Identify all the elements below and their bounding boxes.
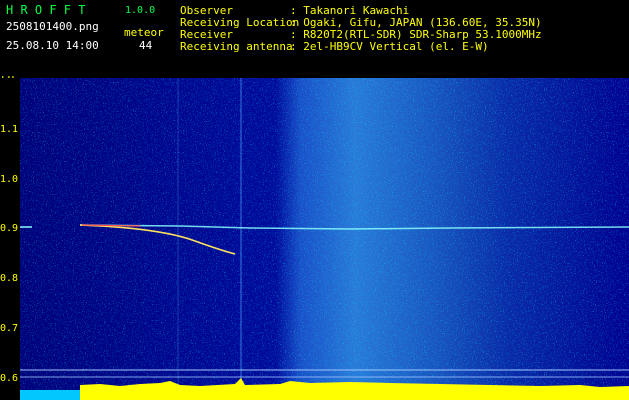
antenna-label: Receiving antenna (180, 40, 293, 53)
y-axis: 1.1 1.0 0.9 0.8 0.7 0.6 (0, 78, 20, 400)
antenna-value: : 2el-HB9CV Vertical (el. E-W) (290, 40, 489, 53)
app-title: H R O F F T (6, 3, 86, 17)
info-header: H R O F F T 1.0.0 2508101400.png 25.08.1… (0, 0, 629, 92)
meteor-label: meteor (124, 26, 164, 39)
y-tick: 0.7 (0, 323, 19, 334)
meteor-count: 44 (139, 39, 153, 52)
y-tick: 0.9 (0, 223, 19, 234)
y-tick: 1.1 (0, 124, 19, 135)
app-version: 1.0.0 (125, 5, 156, 16)
y-tick: 0.6 (0, 373, 19, 384)
spectrum-noise (20, 78, 629, 400)
spectrogram (20, 78, 629, 400)
capture-datetime: 25.08.10 14:00 (6, 39, 99, 52)
file-name: 2508101400.png (6, 20, 99, 33)
y-tick: 1.0 (0, 174, 19, 185)
y-tick: 0.8 (0, 273, 19, 284)
